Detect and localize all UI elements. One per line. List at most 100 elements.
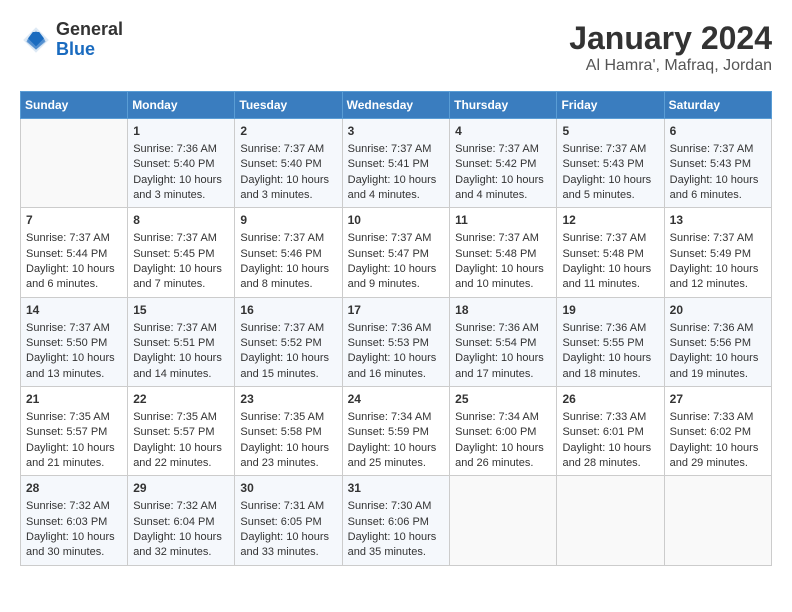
day-info: Sunset: 5:59 PM [348,425,445,440]
day-number: 26 [562,391,658,408]
day-info: Sunrise: 7:37 AM [26,231,122,246]
day-info: Sunrise: 7:33 AM [562,410,658,425]
day-info: Sunset: 5:43 PM [562,157,658,172]
day-info: and 4 minutes. [348,188,445,203]
day-info: Daylight: 10 hours [133,173,229,188]
calendar-cell [450,476,557,565]
page-header: General Blue January 2024 Al Hamra', Maf… [20,20,772,75]
day-info: Sunrise: 7:37 AM [670,231,766,246]
day-info: Daylight: 10 hours [562,441,658,456]
day-info: Sunrise: 7:35 AM [26,410,122,425]
day-info: Sunset: 5:45 PM [133,247,229,262]
day-number: 23 [240,391,336,408]
calendar-cell: 5Sunrise: 7:37 AMSunset: 5:43 PMDaylight… [557,119,664,208]
day-number: 20 [670,302,766,319]
day-info: Sunrise: 7:33 AM [670,410,766,425]
day-number: 12 [562,212,658,229]
day-info: Sunrise: 7:36 AM [562,321,658,336]
day-info: Sunset: 6:05 PM [240,515,336,530]
calendar-cell: 11Sunrise: 7:37 AMSunset: 5:48 PMDayligh… [450,208,557,297]
day-info: Daylight: 10 hours [670,441,766,456]
day-info: Sunset: 5:40 PM [240,157,336,172]
day-number: 25 [455,391,551,408]
calendar-cell: 3Sunrise: 7:37 AMSunset: 5:41 PMDaylight… [342,119,450,208]
day-number: 17 [348,302,445,319]
day-number: 29 [133,480,229,497]
day-info: Sunrise: 7:37 AM [455,142,551,157]
day-info: Daylight: 10 hours [133,351,229,366]
day-info: Sunrise: 7:34 AM [348,410,445,425]
calendar-cell: 10Sunrise: 7:37 AMSunset: 5:47 PMDayligh… [342,208,450,297]
calendar-week-row: 14Sunrise: 7:37 AMSunset: 5:50 PMDayligh… [21,297,772,386]
day-info: Sunrise: 7:36 AM [133,142,229,157]
day-info: and 6 minutes. [26,277,122,292]
calendar-cell: 8Sunrise: 7:37 AMSunset: 5:45 PMDaylight… [128,208,235,297]
day-info: and 7 minutes. [133,277,229,292]
day-info: and 10 minutes. [455,277,551,292]
day-info: Sunset: 5:50 PM [26,336,122,351]
day-info: Sunset: 6:00 PM [455,425,551,440]
day-number: 13 [670,212,766,229]
day-info: Daylight: 10 hours [240,351,336,366]
day-info: and 3 minutes. [133,188,229,203]
day-number: 10 [348,212,445,229]
day-info: Sunset: 6:06 PM [348,515,445,530]
day-number: 15 [133,302,229,319]
day-info: and 29 minutes. [670,456,766,471]
day-number: 3 [348,123,445,140]
day-info: Sunrise: 7:37 AM [240,321,336,336]
day-info: Sunset: 5:48 PM [562,247,658,262]
day-number: 14 [26,302,122,319]
calendar-header-row: SundayMondayTuesdayWednesdayThursdayFrid… [21,92,772,119]
day-info: and 25 minutes. [348,456,445,471]
day-info: Sunset: 6:04 PM [133,515,229,530]
logo-text: General Blue [56,20,123,60]
day-info: Sunrise: 7:37 AM [133,231,229,246]
day-info: Daylight: 10 hours [240,441,336,456]
calendar-cell: 29Sunrise: 7:32 AMSunset: 6:04 PMDayligh… [128,476,235,565]
day-info: Sunset: 6:01 PM [562,425,658,440]
day-info: and 15 minutes. [240,367,336,382]
day-info: and 11 minutes. [562,277,658,292]
day-info: Sunrise: 7:37 AM [562,231,658,246]
logo: General Blue [20,20,123,60]
day-info: Sunset: 5:43 PM [670,157,766,172]
day-info: Daylight: 10 hours [562,351,658,366]
day-number: 27 [670,391,766,408]
calendar-cell: 14Sunrise: 7:37 AMSunset: 5:50 PMDayligh… [21,297,128,386]
day-info: and 9 minutes. [348,277,445,292]
day-info: Sunrise: 7:35 AM [240,410,336,425]
day-info: Daylight: 10 hours [562,262,658,277]
logo-icon [20,24,52,56]
day-info: Sunset: 5:40 PM [133,157,229,172]
day-number: 4 [455,123,551,140]
day-info: Daylight: 10 hours [670,173,766,188]
calendar-cell: 21Sunrise: 7:35 AMSunset: 5:57 PMDayligh… [21,387,128,476]
day-number: 2 [240,123,336,140]
day-info: and 22 minutes. [133,456,229,471]
day-info: Sunset: 5:46 PM [240,247,336,262]
calendar-cell: 24Sunrise: 7:34 AMSunset: 5:59 PMDayligh… [342,387,450,476]
day-info: Daylight: 10 hours [26,351,122,366]
day-info: Sunset: 6:02 PM [670,425,766,440]
day-info: Sunset: 5:49 PM [670,247,766,262]
day-info: Sunrise: 7:35 AM [133,410,229,425]
day-info: Daylight: 10 hours [26,262,122,277]
day-info: Daylight: 10 hours [348,530,445,545]
day-number: 11 [455,212,551,229]
calendar-table: SundayMondayTuesdayWednesdayThursdayFrid… [20,91,772,566]
day-info: and 14 minutes. [133,367,229,382]
calendar-cell: 31Sunrise: 7:30 AMSunset: 6:06 PMDayligh… [342,476,450,565]
day-number: 6 [670,123,766,140]
day-number: 28 [26,480,122,497]
day-header-friday: Friday [557,92,664,119]
day-info: and 4 minutes. [455,188,551,203]
day-header-thursday: Thursday [450,92,557,119]
day-info: Sunrise: 7:37 AM [240,142,336,157]
day-info: and 13 minutes. [26,367,122,382]
day-info: Daylight: 10 hours [348,173,445,188]
calendar-cell: 4Sunrise: 7:37 AMSunset: 5:42 PMDaylight… [450,119,557,208]
day-info: Daylight: 10 hours [240,262,336,277]
day-info: Daylight: 10 hours [455,441,551,456]
day-info: Sunset: 5:51 PM [133,336,229,351]
